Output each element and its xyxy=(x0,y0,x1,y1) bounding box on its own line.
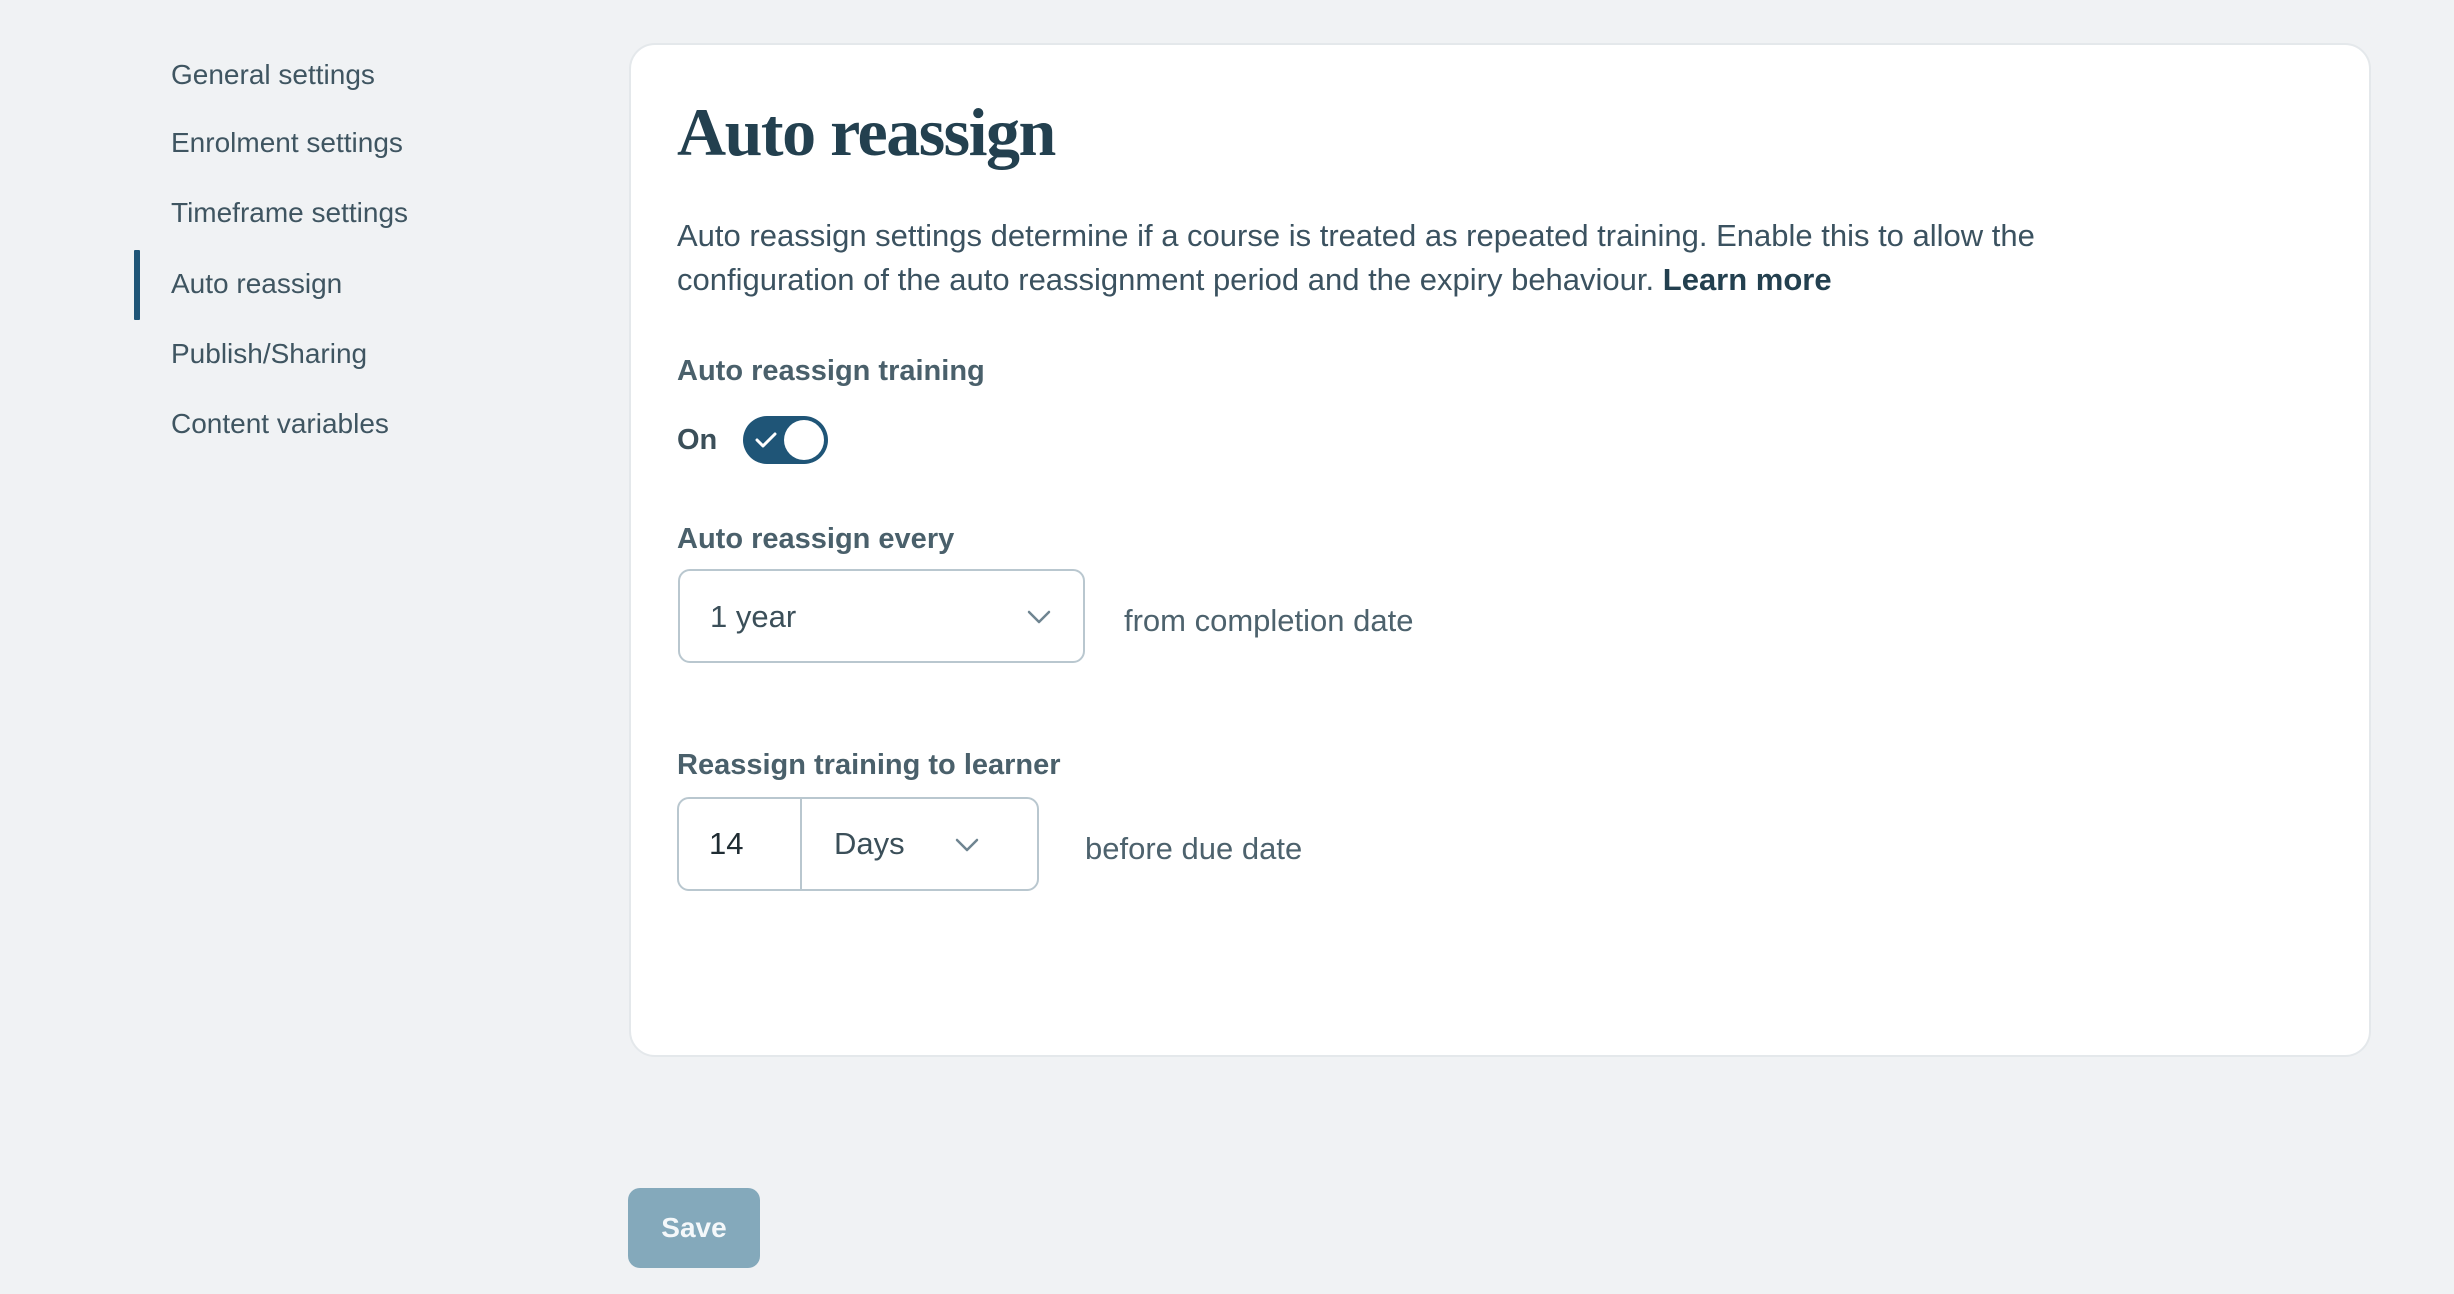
reassign-period-select[interactable]: 1 year xyxy=(678,569,1085,663)
days-number-value: 14 xyxy=(709,826,744,861)
toggle-state-label: On xyxy=(677,424,718,456)
days-number-input[interactable]: 14 xyxy=(679,799,802,889)
chevron-down-icon xyxy=(955,838,979,852)
reassign-before-due-input: 14 Days xyxy=(677,797,1039,891)
reassign-period-value: 1 year xyxy=(710,599,797,634)
time-unit-value: Days xyxy=(834,826,905,861)
sidebar-item-timeframe-settings[interactable]: Timeframe settings xyxy=(171,195,408,231)
auto-reassign-training-label: Auto reassign training xyxy=(677,355,985,387)
sidebar-item-enrolment-settings[interactable]: Enrolment settings xyxy=(171,125,403,161)
sidebar-item-auto-reassign[interactable]: Auto reassign xyxy=(171,266,342,302)
auto-reassign-toggle[interactable] xyxy=(743,416,828,464)
page-title: Auto reassign xyxy=(677,94,1056,170)
page-description: Auto reassign settings determine if a co… xyxy=(677,214,2177,302)
save-button[interactable]: Save xyxy=(628,1188,760,1268)
auto-reassign-every-label: Auto reassign every xyxy=(677,523,955,555)
from-completion-date-text: from completion date xyxy=(1124,603,1414,638)
sidebar-item-general-settings[interactable]: General settings xyxy=(171,57,375,93)
check-icon xyxy=(755,432,777,448)
active-indicator xyxy=(134,250,140,320)
chevron-down-icon xyxy=(1027,610,1051,624)
learn-more-link[interactable]: Learn more xyxy=(1663,262,1832,297)
before-due-date-text: before due date xyxy=(1085,831,1303,866)
sidebar-item-content-variables[interactable]: Content variables xyxy=(171,406,389,442)
sidebar-item-publish-sharing[interactable]: Publish/Sharing xyxy=(171,336,367,372)
time-unit-select[interactable]: Days xyxy=(802,799,1037,889)
reassign-to-learner-label: Reassign training to learner xyxy=(677,749,1061,781)
toggle-knob xyxy=(784,420,824,460)
